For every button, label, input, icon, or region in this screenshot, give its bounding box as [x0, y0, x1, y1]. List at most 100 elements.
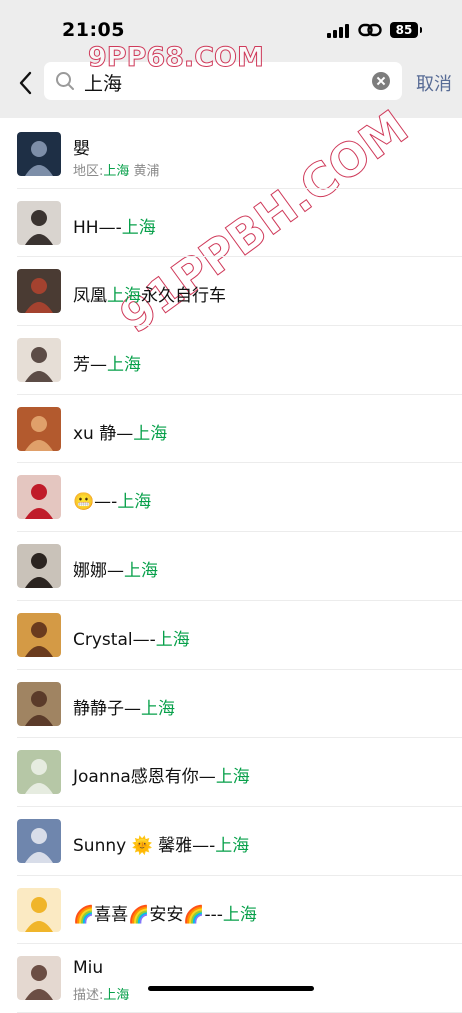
contact-name: Joanna感恩有你—上海 [73, 762, 250, 787]
avatar-image [17, 887, 61, 932]
contact-result-row[interactable]: 静静子—上海 [0, 670, 462, 739]
contact-result-row[interactable]: Sunny 🌞 馨雅—-上海 [0, 807, 462, 876]
avatar [17, 750, 61, 795]
contact-detail: 描述:上海 [73, 984, 129, 1003]
contact-result-row[interactable]: Crystal—-上海 [0, 601, 462, 670]
contact-result-row[interactable]: xu 静—上海 [0, 395, 462, 464]
contact-name-highlight: 上海 [107, 355, 141, 376]
contact-name-text: 😬—- [73, 492, 118, 513]
contact-name: Miu [73, 958, 103, 978]
contact-result-row[interactable]: 凤凰上海永久自行车 [0, 257, 462, 327]
contact-name-text: Joanna感恩有你— [73, 767, 216, 788]
avatar [17, 338, 61, 383]
avatar-image [17, 200, 61, 245]
search-input[interactable]: 上海 [44, 62, 402, 100]
contact-name: 凤凰上海永久自行车 [73, 281, 226, 306]
avatar-head [31, 484, 47, 501]
avatar-image [17, 475, 61, 520]
link-icon [358, 23, 382, 37]
cancel-button[interactable]: 取消 [416, 70, 452, 96]
contact-name: 芳—上海 [73, 350, 141, 375]
avatar-head [31, 141, 47, 157]
avatar [17, 681, 61, 726]
contact-name-highlight: 上海 [124, 561, 158, 582]
contact-name-text: Sunny 🌞 馨雅—- [73, 835, 216, 856]
contact-name-text: HH—- [73, 217, 122, 238]
avatar-image [17, 956, 61, 1001]
contact-name-text: 嬰 [73, 139, 90, 159]
avatar-head [31, 965, 47, 982]
avatar [17, 612, 61, 657]
contact-name: 静静子—上海 [73, 694, 175, 719]
avatar-image [17, 544, 61, 589]
contact-name: 😬—-上海 [73, 487, 151, 512]
contact-result-row[interactable]: Miu 描述:上海 [0, 944, 462, 1013]
clear-search-icon[interactable] [372, 72, 390, 90]
contact-name: Crystal—-上海 [73, 625, 190, 650]
contact-name-text: 芳— [73, 355, 107, 376]
contact-detail: 地区:上海 黄浦 [73, 160, 160, 179]
contact-name: HH—-上海 [73, 213, 156, 238]
contact-name-text: 🌈喜喜🌈安安🌈--- [73, 904, 223, 925]
search-results-list: 嬰地区:上海 黄浦 HH—-上海 凤凰上海永久自行车 芳—上海 xu 静—上海 😬—-上海… [0, 120, 462, 1013]
avatar-head [31, 347, 47, 364]
avatar [17, 200, 61, 245]
contact-result-row[interactable]: HH—-上海 [0, 189, 462, 258]
contact-result-row[interactable]: 🌈喜喜🌈安安🌈---上海 [0, 876, 462, 945]
avatar-image [17, 406, 61, 451]
contact-name: Sunny 🌞 馨雅—-上海 [73, 831, 249, 856]
contact-name-highlight: 上海 [117, 492, 152, 513]
avatar-head [31, 896, 47, 913]
contact-name: 🌈喜喜🌈安安🌈---上海 [73, 900, 257, 925]
avatar [17, 544, 61, 589]
avatar-head [31, 209, 47, 226]
avatar [17, 887, 61, 932]
contact-detail-highlight: 上海 [103, 164, 130, 179]
search-icon [56, 72, 74, 90]
avatar-head [31, 690, 47, 707]
contact-name-suffix: 永久自行车 [141, 286, 226, 307]
home-indicator[interactable] [148, 986, 314, 991]
cellular-signal-icon [327, 24, 351, 38]
avatar [17, 475, 61, 520]
contact-detail-label: 描述: [73, 988, 104, 1004]
avatar-image [17, 338, 61, 383]
contact-name-highlight: 上海 [222, 904, 257, 925]
contact-result-row[interactable]: 娜娜—上海 [0, 532, 462, 601]
avatar [17, 956, 61, 1001]
back-arrow-icon[interactable] [14, 68, 38, 98]
avatar-head [31, 415, 47, 432]
contact-name-text: Miu [73, 958, 104, 979]
status-bar: 21:05 85 [0, 0, 462, 56]
avatar-head [31, 278, 47, 295]
contact-name: 娜娜—上海 [73, 556, 158, 581]
avatar-head [31, 827, 47, 844]
avatar-head [31, 621, 47, 638]
contact-name-highlight: 上海 [107, 286, 141, 307]
contact-result-row[interactable]: 嬰地区:上海 黄浦 [0, 120, 462, 189]
contact-name-highlight: 上海 [215, 835, 250, 856]
avatar-image [17, 750, 61, 795]
contact-name-text: xu 静— [73, 423, 134, 444]
avatar-head [31, 553, 47, 570]
contact-result-row[interactable]: Joanna感恩有你—上海 [0, 738, 462, 807]
contact-result-row[interactable]: 😬—-上海 [0, 463, 462, 533]
avatar-image [17, 612, 61, 657]
contact-detail-suffix: 黄浦 [129, 164, 160, 179]
contact-name-highlight: 上海 [155, 629, 190, 650]
contact-name: xu 静—上海 [73, 419, 167, 444]
avatar [17, 818, 61, 863]
avatar-image [17, 132, 61, 176]
contact-detail-highlight: 上海 [103, 988, 130, 1004]
avatar-image [17, 681, 61, 726]
contact-name: 嬰 [73, 134, 90, 159]
contact-result-row[interactable]: 芳—上海 [0, 326, 462, 395]
search-bar: 上海 取消 [0, 56, 462, 118]
contact-name-highlight: 上海 [141, 698, 175, 719]
contact-name-text: 娜娜— [73, 561, 124, 582]
search-query-text: 上海 [84, 73, 123, 95]
contact-detail-label: 地区: [73, 164, 104, 179]
avatar [17, 269, 61, 314]
contact-name-text: 静静子— [73, 698, 141, 719]
contact-name-highlight: 上海 [215, 767, 250, 788]
